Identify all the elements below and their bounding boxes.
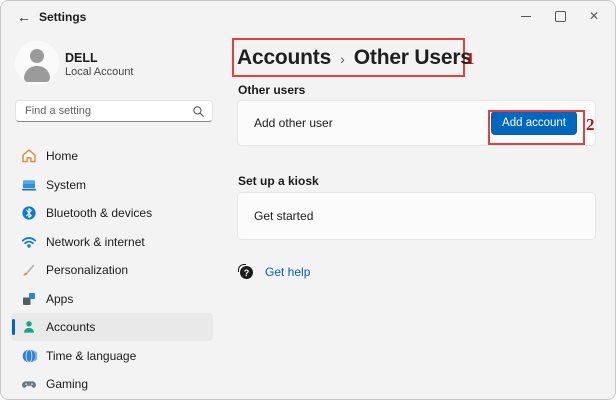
- annotation-label-2: 2: [586, 115, 595, 134]
- search-input[interactable]: [16, 101, 195, 121]
- minimize-button[interactable]: [509, 5, 543, 27]
- app-title: Settings: [39, 10, 87, 24]
- breadcrumb: Accounts › Other Users: [234, 46, 472, 70]
- sidebar-item-label: Bluetooth & devices: [46, 206, 153, 220]
- gaming-controller-icon: [22, 381, 36, 388]
- avatar-person-icon: [30, 49, 44, 63]
- breadcrumb-parent[interactable]: Accounts: [237, 46, 331, 70]
- section-heading-other-users: Other users: [238, 83, 306, 97]
- bluetooth-icon: [22, 206, 36, 220]
- profile-account-type: Local Account: [65, 66, 134, 78]
- home-icon: [22, 149, 36, 163]
- accounts-person-icon: [24, 321, 34, 333]
- profile-name: DELL: [65, 51, 98, 65]
- back-arrow-icon: ←: [17, 9, 31, 25]
- sidebar-item-home[interactable]: Home: [11, 142, 213, 170]
- sidebar-item-label: Network & internet: [46, 234, 145, 249]
- sidebar-item-label: Gaming: [46, 377, 89, 391]
- back-button[interactable]: ←: [13, 6, 35, 28]
- add-other-user-row: Add other user Add account: [237, 100, 596, 146]
- window-controls: ✕: [509, 5, 611, 27]
- sidebar-item-label: System: [46, 177, 87, 192]
- page-title: Other Users: [353, 45, 472, 69]
- apps-icon: [23, 292, 35, 305]
- close-button[interactable]: ✕: [577, 5, 611, 27]
- help-question-icon: ?: [238, 264, 254, 280]
- settings-window: ← Settings ✕ DELL Local Account Home: [0, 0, 616, 400]
- sidebar-item-label: Time & language: [46, 348, 137, 363]
- time-language-globe-icon: [22, 348, 37, 363]
- sidebar-item-time-language[interactable]: Time & language: [11, 342, 213, 370]
- sidebar-item-network-internet[interactable]: Network & internet: [11, 228, 213, 256]
- close-icon: ✕: [588, 9, 600, 23]
- get-help-label: Get help: [265, 265, 311, 279]
- kiosk-get-started-row[interactable]: Get started: [237, 192, 596, 240]
- sidebar-item-label: Home: [46, 149, 79, 163]
- annotation-box-1: Accounts › Other Users: [232, 38, 472, 77]
- personalization-brush-icon: [23, 264, 35, 276]
- section-heading-kiosk: Set up a kiosk: [238, 174, 319, 188]
- avatar: [15, 41, 59, 85]
- search-icon: [193, 106, 204, 117]
- sidebar-item-label: Accounts: [46, 320, 96, 334]
- add-other-user-label: Add other user: [254, 116, 333, 130]
- maximize-icon: [554, 10, 566, 22]
- search-box: [15, 100, 213, 122]
- get-help-link[interactable]: ? Get help: [238, 264, 310, 280]
- maximize-button[interactable]: [543, 5, 577, 27]
- sidebar-item-accounts[interactable]: Accounts: [11, 313, 213, 341]
- sidebar-item-bluetooth-devices[interactable]: Bluetooth & devices: [11, 199, 213, 227]
- sidebar-item-apps[interactable]: Apps: [11, 285, 213, 313]
- get-started-label: Get started: [254, 209, 314, 223]
- sidebar: Home System Bluetooth & devices Network …: [11, 142, 213, 399]
- network-wifi-icon: [21, 236, 37, 248]
- sidebar-item-label: Personalization: [46, 263, 129, 277]
- minimize-icon: [521, 15, 531, 17]
- sidebar-item-personalization[interactable]: Personalization: [11, 256, 213, 284]
- system-icon: [22, 179, 36, 190]
- chevron-right-icon: ›: [340, 50, 345, 67]
- add-account-button[interactable]: Add account: [491, 111, 577, 135]
- sidebar-item-gaming[interactable]: Gaming: [11, 370, 213, 398]
- sidebar-item-system[interactable]: System: [11, 171, 213, 199]
- sidebar-item-label: Apps: [46, 291, 74, 306]
- annotation-label-1: 1: [466, 49, 475, 68]
